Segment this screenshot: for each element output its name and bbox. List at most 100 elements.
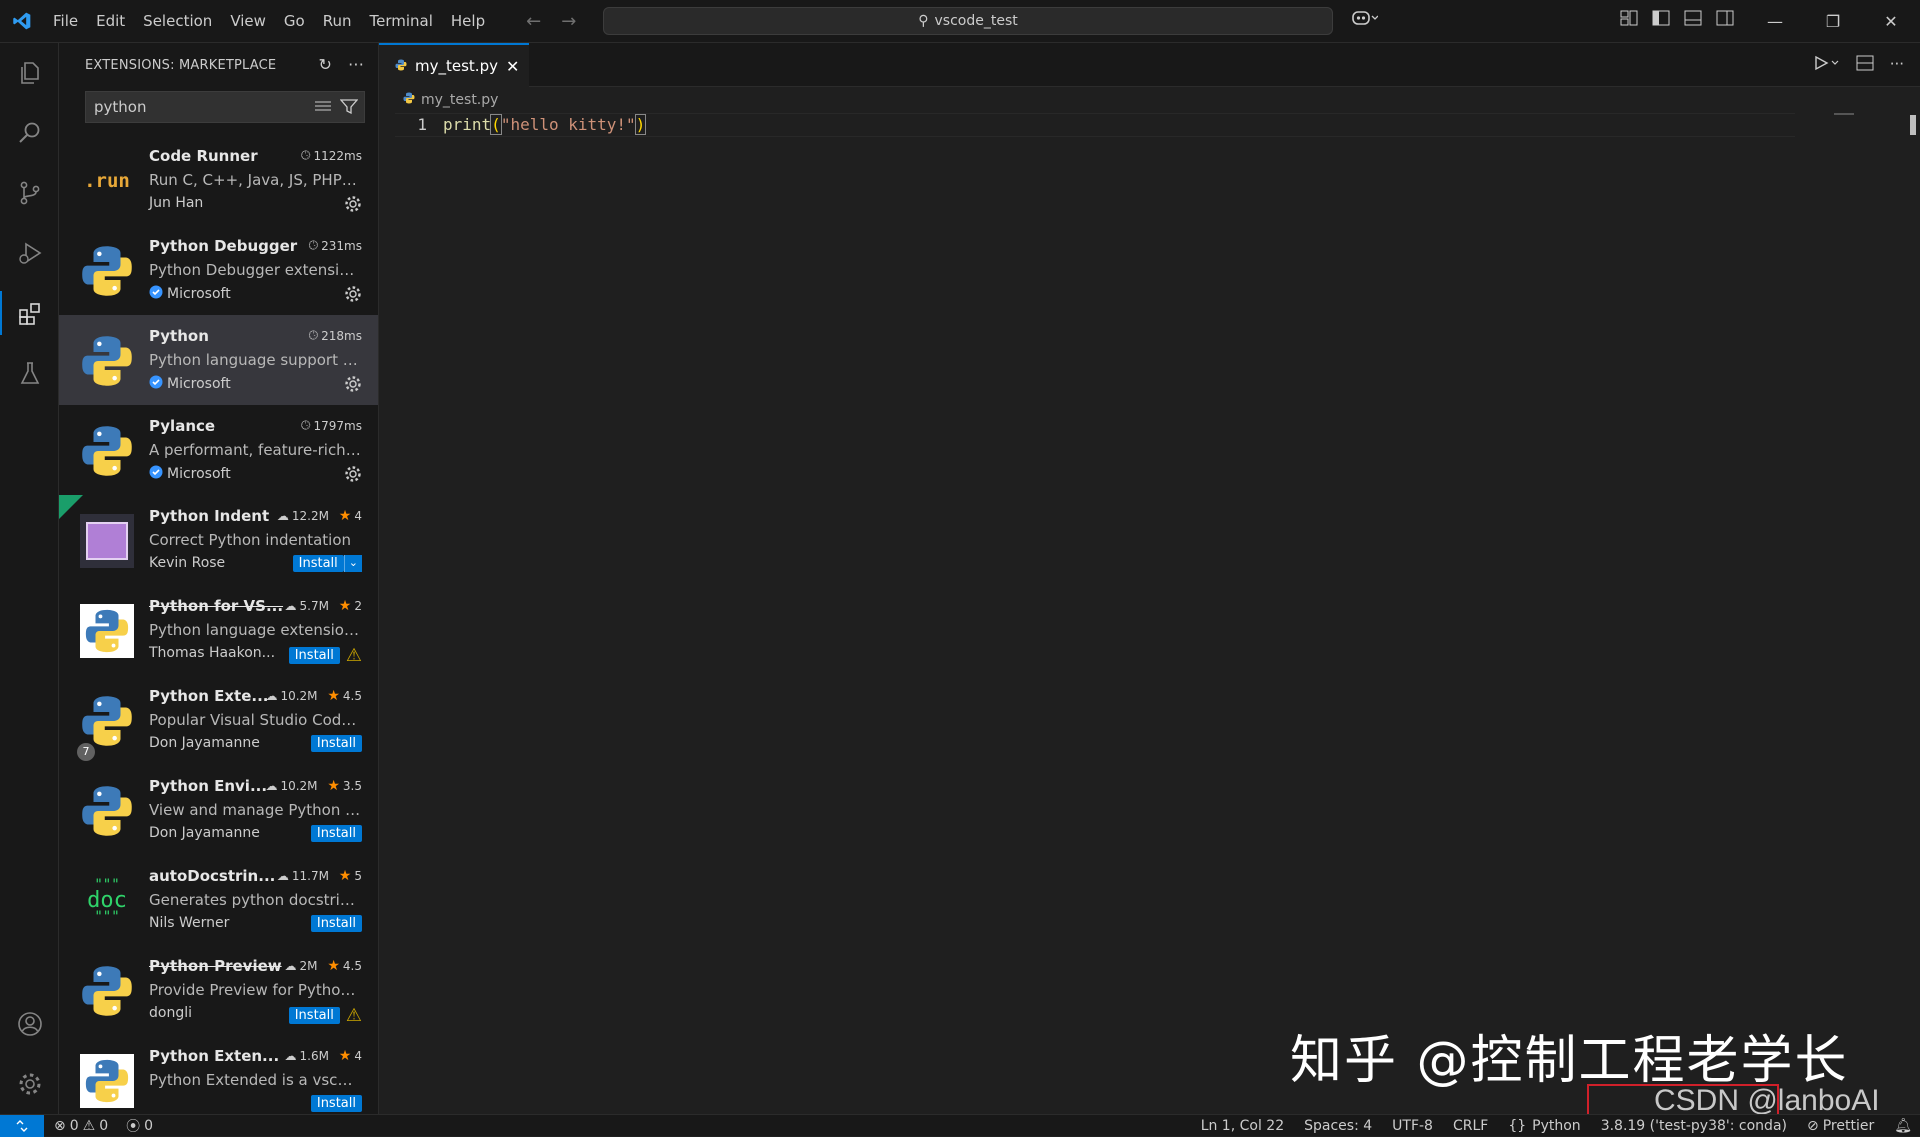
menu-help[interactable]: Help: [442, 0, 494, 43]
code-line[interactable]: 1 print("hello kitty!"): [395, 113, 1795, 137]
notifications-bell-icon[interactable]: 🔔︎: [1894, 1118, 1912, 1134]
extension-item[interactable]: Python Indent ☁ 12.2M ★ 4 Correct Python ind…: [59, 495, 378, 585]
run-and-debug-icon[interactable]: [0, 223, 59, 283]
minimize-icon[interactable]: —: [1746, 0, 1804, 43]
verified-icon: [149, 375, 163, 393]
install-button[interactable]: Install: [292, 555, 344, 572]
star-icon: ★: [327, 958, 340, 974]
toggle-panel-icon[interactable]: [1684, 10, 1702, 30]
warning-icon[interactable]: ⚠: [346, 1005, 362, 1026]
indentation[interactable]: Spaces: 4: [1304, 1118, 1372, 1134]
extension-item[interactable]: Python Exten... ☁ 1.6M ★ 4 Python Extended i…: [59, 1035, 378, 1114]
minimap[interactable]: [1834, 113, 1854, 115]
toggle-primary-sidebar-icon[interactable]: [1652, 10, 1670, 30]
close-window-icon[interactable]: ✕: [1862, 0, 1920, 43]
extension-rating: 4.5: [342, 689, 362, 703]
testing-icon[interactable]: [0, 343, 59, 403]
remote-indicator-icon[interactable]: [0, 1114, 44, 1137]
toggle-secondary-sidebar-icon[interactable]: [1716, 10, 1734, 30]
extension-rating: 2: [354, 599, 362, 613]
extension-stat: 2M: [299, 959, 318, 973]
extension-publisher: Kevin Rose: [149, 555, 225, 571]
vertical-scrollbar[interactable]: [1910, 115, 1916, 135]
install-button[interactable]: Install: [288, 647, 340, 664]
ports-indicator[interactable]: ⦿ 0: [126, 1116, 153, 1136]
line-ending[interactable]: CRLF: [1453, 1118, 1488, 1134]
code-paren-open: (: [490, 114, 502, 135]
menu-file[interactable]: File: [44, 0, 87, 43]
cursor-position[interactable]: Ln 1, Col 22: [1201, 1118, 1284, 1134]
clear-filter-icon[interactable]: [314, 98, 332, 118]
accounts-icon[interactable]: [0, 994, 59, 1054]
install-button[interactable]: Install: [310, 1095, 362, 1112]
install-button[interactable]: Install: [310, 735, 362, 752]
more-editor-actions-icon[interactable]: ···: [1890, 55, 1904, 75]
menu-run[interactable]: Run: [314, 0, 361, 43]
forward-arrow-icon[interactable]: →: [561, 11, 576, 32]
extension-icon: [79, 423, 135, 479]
menu-go[interactable]: Go: [275, 0, 314, 43]
source-control-icon[interactable]: [0, 163, 59, 223]
tab-my-test-py[interactable]: my_test.py ✕: [379, 43, 529, 87]
language-mode[interactable]: {} Python: [1508, 1118, 1580, 1134]
extension-item[interactable]: 7 Python Exte... ☁ 10.2M ★ 4.5 Popular Visual…: [59, 675, 378, 765]
refresh-icon[interactable]: ↻: [319, 55, 333, 74]
more-actions-icon[interactable]: ···: [348, 55, 364, 74]
search-view-icon[interactable]: [0, 103, 59, 163]
copilot-icon[interactable]: [1352, 10, 1379, 30]
star-icon: ★: [338, 868, 352, 884]
manage-extension-gear-icon[interactable]: [344, 465, 362, 487]
breadcrumb[interactable]: my_test.py: [379, 87, 1920, 113]
menu-terminal[interactable]: Terminal: [361, 0, 442, 43]
menu-edit[interactable]: Edit: [87, 0, 134, 43]
install-button[interactable]: Install: [288, 1007, 340, 1024]
star-icon: ★: [327, 778, 340, 794]
install-button[interactable]: Install: [310, 825, 362, 842]
python-interpreter[interactable]: 3.8.19 ('test-py38': conda): [1601, 1118, 1787, 1134]
prettier-status[interactable]: ⊘ Prettier: [1807, 1118, 1874, 1134]
restore-icon[interactable]: ❐: [1804, 0, 1862, 43]
sidebar-title: EXTENSIONS: MARKETPLACE: [85, 57, 277, 73]
back-arrow-icon[interactable]: ←: [526, 11, 541, 32]
extension-item[interactable]: Python for VS... ☁ 5.7M ★ 2 Python language …: [59, 585, 378, 675]
verified-icon: [149, 465, 163, 483]
extension-item[interactable]: Python 🕓︎ 218ms Python language support wi.…: [59, 315, 378, 405]
extension-description: View and manage Python e...: [149, 801, 361, 819]
extension-icon: .run: [84, 170, 130, 192]
command-center[interactable]: ⚲ vscode_test: [603, 7, 1333, 35]
run-file-icon[interactable]: [1814, 55, 1840, 75]
encoding[interactable]: UTF-8: [1392, 1118, 1433, 1134]
extension-publisher: dongli: [149, 1005, 192, 1021]
manage-gear-icon[interactable]: [0, 1054, 59, 1114]
search-icon: ⚲: [918, 13, 929, 29]
breadcrumb-file[interactable]: my_test.py: [421, 92, 498, 108]
problems-indicator[interactable]: ⊗ 0 ⚠ 0: [54, 1118, 108, 1134]
menu-selection[interactable]: Selection: [134, 0, 221, 43]
extension-item[interactable]: Python Envi... ☁ 10.2M ★ 3.5 View and manage…: [59, 765, 378, 855]
extension-icon: [79, 333, 135, 389]
manage-extension-gear-icon[interactable]: [344, 375, 362, 397]
close-tab-icon[interactable]: ✕: [506, 57, 519, 76]
extension-name: Python Exte...: [149, 687, 269, 705]
extension-item[interactable]: """ doc """ autoDocstrin... ☁ 11.7M ★ 5 Generat…: [59, 855, 378, 945]
extension-item[interactable]: Pylance 🕓︎ 1797ms A performant, feature-ric…: [59, 405, 378, 495]
prettier-disabled-icon: ⊘: [1806, 1118, 1819, 1134]
extension-description: Generates python docstring...: [149, 891, 361, 909]
extension-item[interactable]: .run Code Runner 🕓︎ 1122ms Run C, C++, Java,…: [59, 135, 378, 225]
customize-layout-icon[interactable]: [1620, 10, 1638, 30]
manage-extension-gear-icon[interactable]: [344, 285, 362, 307]
extension-item[interactable]: Python Preview ☁ 2M ★ 4.5 Provide Preview fo…: [59, 945, 378, 1035]
explorer-icon[interactable]: [0, 43, 59, 103]
extension-item[interactable]: Python Debugger 🕓︎ 231ms Python Debugger ex…: [59, 225, 378, 315]
warning-icon[interactable]: ⚠: [346, 645, 362, 666]
split-editor-icon[interactable]: [1856, 55, 1874, 75]
menu-view[interactable]: View: [221, 0, 275, 43]
code-text[interactable]: print("hello kitty!"): [443, 114, 647, 135]
extension-meta: ☁ 2M ★ 4.5: [285, 958, 362, 974]
manage-extension-gear-icon[interactable]: [344, 195, 362, 217]
install-button[interactable]: Install: [310, 915, 362, 932]
extensions-icon[interactable]: [0, 283, 59, 343]
install-dropdown-chevron-icon[interactable]: ⌄: [343, 555, 362, 572]
extensions-search-input[interactable]: python: [85, 91, 365, 123]
filter-icon[interactable]: [339, 98, 359, 118]
